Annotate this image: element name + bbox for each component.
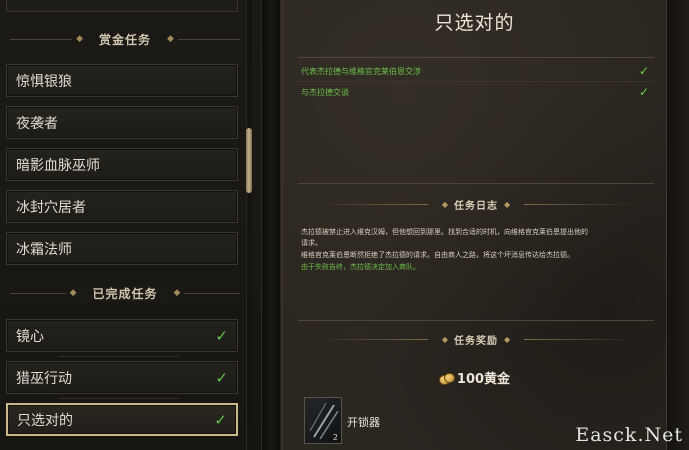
quest-label: 夜袭者: [16, 115, 58, 132]
ornament-left-icon: ◆: [72, 34, 87, 44]
quest-item-1[interactable]: 夜袭者: [6, 106, 238, 139]
bounty-quests-header: ◆ 赏金任务 ◆: [0, 27, 250, 51]
completed-quest-1[interactable]: 猎巫行动 ✓: [6, 361, 238, 394]
completed-quest-0[interactable]: 镜心 ✓: [6, 319, 238, 352]
item-count: 2: [332, 433, 338, 442]
ornament-icon: ◆: [504, 334, 511, 344]
quest-item-0[interactable]: 惊惧银狼: [6, 64, 238, 97]
quest-list-scrollbar[interactable]: [246, 0, 252, 450]
detail-edge: [667, 0, 689, 450]
log-line-0: 杰拉德被禁止进入维克汉姆，但他想回到那里。找到合适的时机，向维格官克莱伯恩提出他…: [301, 228, 588, 236]
panel-gutter: [262, 0, 280, 450]
quest-label: 镜心: [16, 328, 44, 345]
reward-item-slot[interactable]: 2: [304, 397, 342, 444]
quest-title: 只选对的: [434, 12, 515, 34]
completed-quests-header: ◆ 已完成任务 ◆: [0, 281, 250, 305]
check-icon: ✓: [638, 64, 649, 78]
objective-text: 代表杰拉德与维格官克莱伯恩交涉: [301, 66, 421, 76]
title-rule: [298, 57, 654, 58]
ornament-right-icon: ◆: [169, 288, 185, 298]
quest-label: 冰霜法师: [16, 241, 72, 258]
quest-list-top-item-fragment[interactable]: [6, 0, 238, 12]
check-icon: ✓: [215, 326, 228, 345]
completed-quest-2-selected[interactable]: 只选对的 ✓: [6, 403, 238, 436]
bounty-header-label: 赏金任务: [86, 30, 163, 48]
log-line-1: 请求。: [301, 239, 322, 247]
ornament-right-icon: ◆: [163, 34, 178, 44]
gold-reward-label: 100黄金: [456, 372, 511, 387]
quest-item-4[interactable]: 冰霜法师: [6, 232, 238, 265]
quest-label: 暗影血脉巫师: [16, 157, 100, 174]
completed-header-label: 已完成任务: [80, 284, 170, 302]
log-header-label: 任务日志: [454, 200, 498, 212]
reward-item-name: 开锁器: [347, 416, 380, 429]
objective-0: 代表杰拉德与维格官克莱伯恩交涉 ✓: [301, 63, 649, 79]
quest-item-2[interactable]: 暗影血脉巫师: [6, 148, 238, 181]
quest-label: 只选对的: [17, 412, 73, 429]
gold-coins-icon: [438, 372, 455, 385]
ornament-icon: ◆: [504, 199, 511, 209]
log-line-green: 由于失败告终，杰拉德决定加入商队。: [301, 263, 420, 271]
rewards-header: ◆ 任务奖励 ◆: [298, 330, 654, 348]
quest-label: 惊惧银狼: [16, 73, 72, 90]
check-icon: ✓: [214, 410, 227, 429]
quest-label: 猎巫行动: [16, 370, 72, 387]
quest-log-header: ◆ 任务日志 ◆: [298, 195, 654, 213]
objectives-rule: [298, 183, 654, 184]
quest-item-3[interactable]: 冰封穴居者: [6, 190, 238, 223]
objective-1: 与杰拉德交谈 ✓: [301, 84, 649, 100]
gold-reward: 100黄金: [280, 368, 669, 387]
rewards-header-label: 任务奖励: [454, 335, 498, 347]
scrollbar-thumb[interactable]: [246, 128, 252, 193]
objective-separator: [298, 81, 654, 82]
ornament-left-icon: ◆: [65, 288, 81, 298]
check-icon: ✓: [638, 85, 649, 99]
log-rule: [298, 320, 654, 321]
check-icon: ✓: [215, 368, 228, 387]
watermark: Easck.Net: [575, 424, 683, 446]
objective-text: 与杰拉德交谈: [301, 87, 349, 97]
quest-label: 冰封穴居者: [16, 199, 86, 216]
log-line-2: 维格官克莱伯恩断然拒绝了杰拉德的请求。自由商人之路，将这个坏消息传达给杰拉德。: [301, 251, 574, 259]
